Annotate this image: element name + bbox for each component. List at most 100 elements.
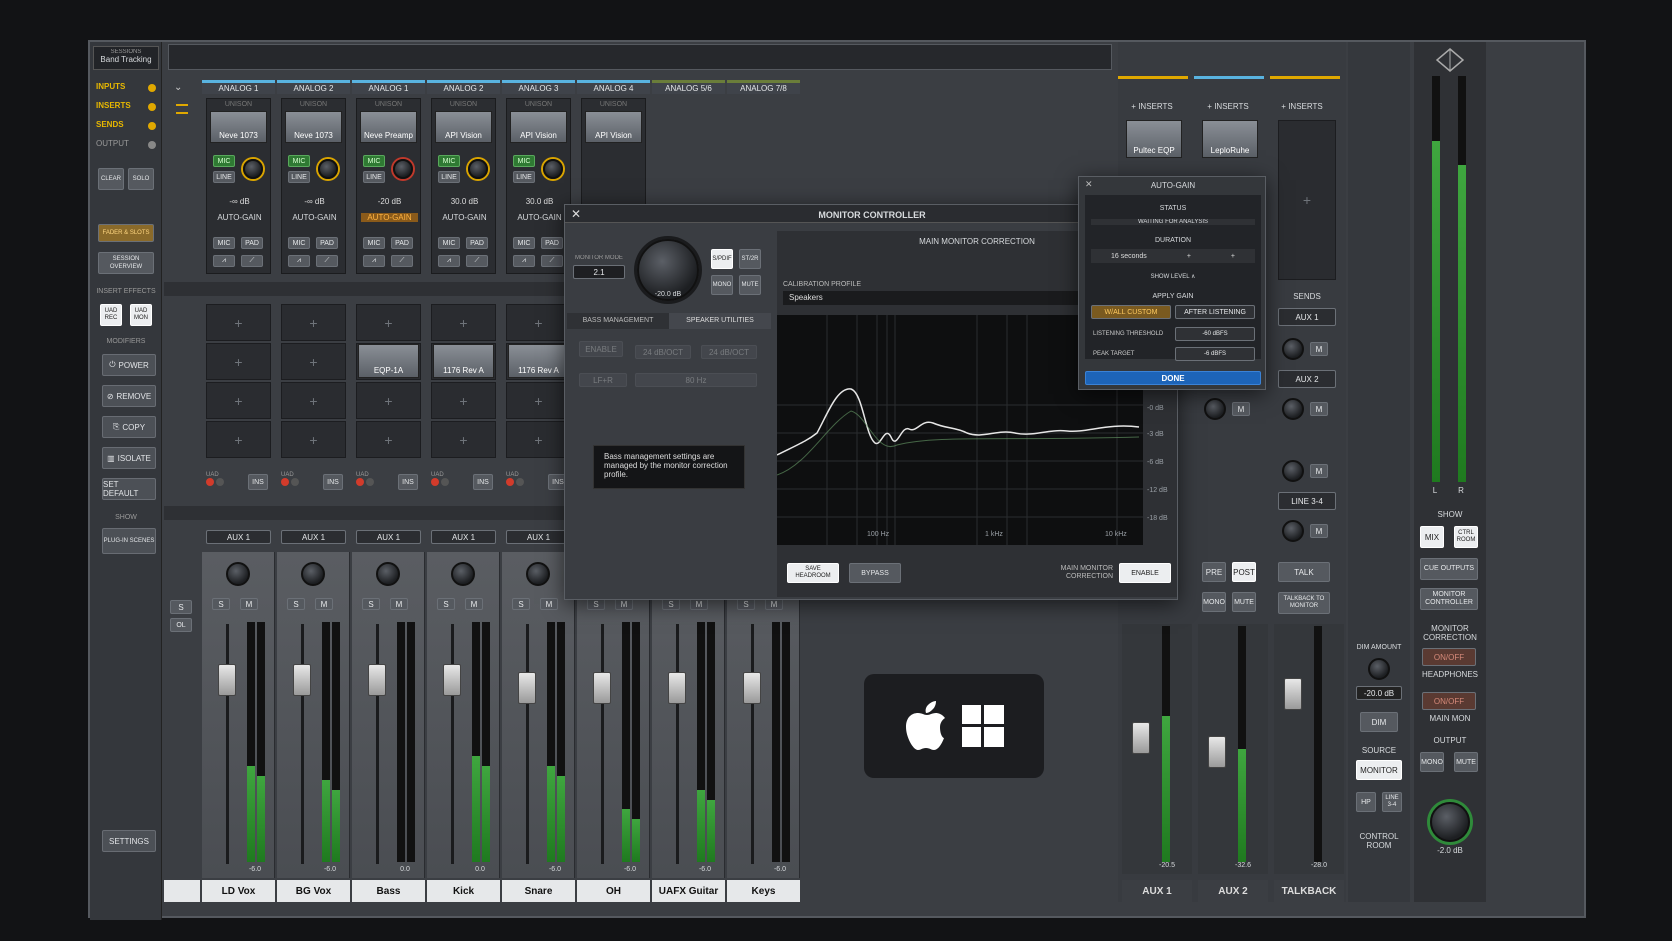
fader-slots-button[interactable]: FADER & SLOTS: [98, 224, 154, 242]
send-aux1-mute[interactable]: M: [1310, 342, 1328, 356]
channel-name[interactable]: OH: [577, 880, 650, 902]
mic-line-button[interactable]: MIC: [288, 155, 310, 167]
talkback-to-monitor-button[interactable]: TALKBACK TO MONITOR: [1278, 592, 1330, 614]
listening-threshold-value[interactable]: -60 dBFS: [1175, 327, 1255, 341]
solo-button[interactable]: S: [362, 598, 380, 610]
line-button[interactable]: LINE: [513, 171, 535, 183]
send-line34[interactable]: LINE 3-4: [1278, 492, 1336, 510]
view-output[interactable]: OUTPUT: [96, 139, 156, 158]
insert-slot[interactable]: +: [281, 304, 346, 341]
pad-button[interactable]: PAD: [466, 237, 488, 249]
mic-line-button[interactable]: MIC: [438, 155, 460, 167]
send-aux2[interactable]: AUX 2: [1278, 370, 1336, 388]
mic-type-button[interactable]: MIC: [213, 237, 235, 249]
aux2-send-mute[interactable]: M: [1232, 402, 1250, 416]
overload-button[interactable]: OL: [170, 618, 192, 632]
left-solo-button[interactable]: S: [170, 600, 192, 614]
aux2-send-knob[interactable]: [1204, 398, 1226, 420]
uad-mon-button[interactable]: UAD MON: [130, 304, 152, 326]
preamp-plugin[interactable]: Neve Preamp: [360, 111, 417, 143]
aux-fader[interactable]: [1284, 678, 1302, 710]
output-mute-button[interactable]: MUTE: [1454, 752, 1478, 772]
done-button[interactable]: DONE: [1085, 371, 1261, 385]
talkback-inserts-label[interactable]: + INSERTS: [1272, 102, 1332, 111]
channel-header[interactable]: ANALOG 5/6: [652, 80, 725, 94]
insert-slot[interactable]: +: [431, 421, 496, 458]
channel-header[interactable]: ANALOG 7/8: [727, 80, 800, 94]
hpf-button[interactable]: ⟋: [466, 255, 488, 267]
hpf-button[interactable]: ⟋: [541, 255, 563, 267]
source-hp-button[interactable]: HP: [1356, 792, 1376, 812]
cue-outputs-button[interactable]: CUE OUTPUTS: [1420, 558, 1478, 580]
send-aux3-knob[interactable]: [1282, 460, 1304, 482]
send-aux1-select[interactable]: AUX 1: [356, 530, 421, 544]
output-mono-button[interactable]: MONO: [1420, 752, 1444, 772]
mic-type-button[interactable]: MIC: [438, 237, 460, 249]
auto-gain-button[interactable]: AUTO-GAIN: [511, 213, 568, 222]
mute-button[interactable]: M: [315, 598, 333, 610]
show-mix-button[interactable]: MIX: [1420, 526, 1444, 548]
save-headroom-button[interactable]: SAVE HEADROOM: [787, 563, 839, 583]
aux2-insert-plugin[interactable]: LeploRuhe: [1202, 120, 1258, 158]
post-button[interactable]: POST: [1232, 562, 1256, 582]
line-button[interactable]: LINE: [363, 171, 385, 183]
insert-slot[interactable]: +: [356, 421, 421, 458]
talkback-insert-slot[interactable]: +: [1278, 120, 1336, 280]
view-inputs[interactable]: INPUTS: [96, 82, 156, 101]
auto-gain-button[interactable]: AUTO-GAIN: [286, 213, 343, 222]
pan-knob[interactable]: [300, 562, 325, 586]
pan-knob[interactable]: [450, 562, 475, 586]
peak-target-value[interactable]: -6 dBFS: [1175, 347, 1255, 361]
solo-button[interactable]: S: [212, 598, 230, 610]
pre-button[interactable]: PRE: [1202, 562, 1226, 582]
channel-name[interactable]: UAFX Guitar: [652, 880, 725, 902]
output-volume-knob[interactable]: [1430, 802, 1470, 842]
channel-fader[interactable]: [443, 664, 461, 696]
channel-header[interactable]: ANALOG 1: [202, 80, 275, 94]
aux-fader[interactable]: [1132, 722, 1150, 754]
channel-fader[interactable]: [293, 664, 311, 696]
mute-button[interactable]: M: [240, 598, 258, 610]
insert-slot[interactable]: +: [206, 382, 271, 419]
list-icon[interactable]: [176, 104, 188, 114]
insert-slot[interactable]: +: [356, 304, 421, 341]
hpf-button[interactable]: ⟋: [241, 255, 263, 267]
monitor-mode-select[interactable]: 2.1: [573, 265, 625, 279]
copy-button[interactable]: ⎘ COPY: [102, 416, 156, 438]
bass-enable-button[interactable]: ENABLE: [579, 341, 623, 357]
mono-button[interactable]: MONO: [711, 275, 733, 295]
st2r-button[interactable]: ST/2R: [739, 249, 761, 269]
pan-knob[interactable]: [225, 562, 250, 586]
pad-button[interactable]: PAD: [391, 237, 413, 249]
send-line34-mute[interactable]: M: [1310, 524, 1328, 538]
uad-toggle[interactable]: UAD: [206, 472, 246, 494]
session-selector[interactable]: SESSIONS Band Tracking: [93, 46, 159, 70]
uad-toggle[interactable]: UAD: [281, 472, 321, 494]
ins-button[interactable]: INS: [398, 474, 418, 490]
channel-header[interactable]: ANALOG 2: [277, 80, 350, 94]
overview-strip[interactable]: [168, 44, 1112, 70]
channel-header[interactable]: ANALOG 3: [502, 80, 575, 94]
line-button[interactable]: LINE: [213, 171, 235, 183]
plugin-scenes-button[interactable]: PLUG-IN SCENES: [102, 528, 156, 554]
insert-slot[interactable]: +: [431, 382, 496, 419]
channel-name[interactable]: LD Vox: [202, 880, 275, 902]
channel-header[interactable]: ANALOG 2: [427, 80, 500, 94]
mic-type-button[interactable]: MIC: [513, 237, 535, 249]
channel-name[interactable]: Bass: [352, 880, 425, 902]
dim-button[interactable]: DIM: [1360, 712, 1398, 732]
channel-fader[interactable]: [518, 672, 536, 704]
channel-fader[interactable]: [218, 664, 236, 696]
insert-plugin[interactable]: 1176 Rev A: [433, 344, 494, 378]
uad-toggle[interactable]: UAD: [356, 472, 396, 494]
mute-button[interactable]: M: [540, 598, 558, 610]
channel-name[interactable]: Keys: [727, 880, 800, 902]
power-button[interactable]: ⏻ POWER: [102, 354, 156, 376]
hpf-button[interactable]: ⟋: [391, 255, 413, 267]
plus-icon[interactable]: +: [1231, 253, 1235, 260]
aux-name[interactable]: AUX 1: [1122, 880, 1192, 902]
send-aux3-mute[interactable]: M: [1310, 464, 1328, 478]
send-aux1-select[interactable]: AUX 1: [206, 530, 271, 544]
send-aux2-knob[interactable]: [1282, 398, 1304, 420]
lfe-select[interactable]: LF+R: [579, 373, 627, 387]
